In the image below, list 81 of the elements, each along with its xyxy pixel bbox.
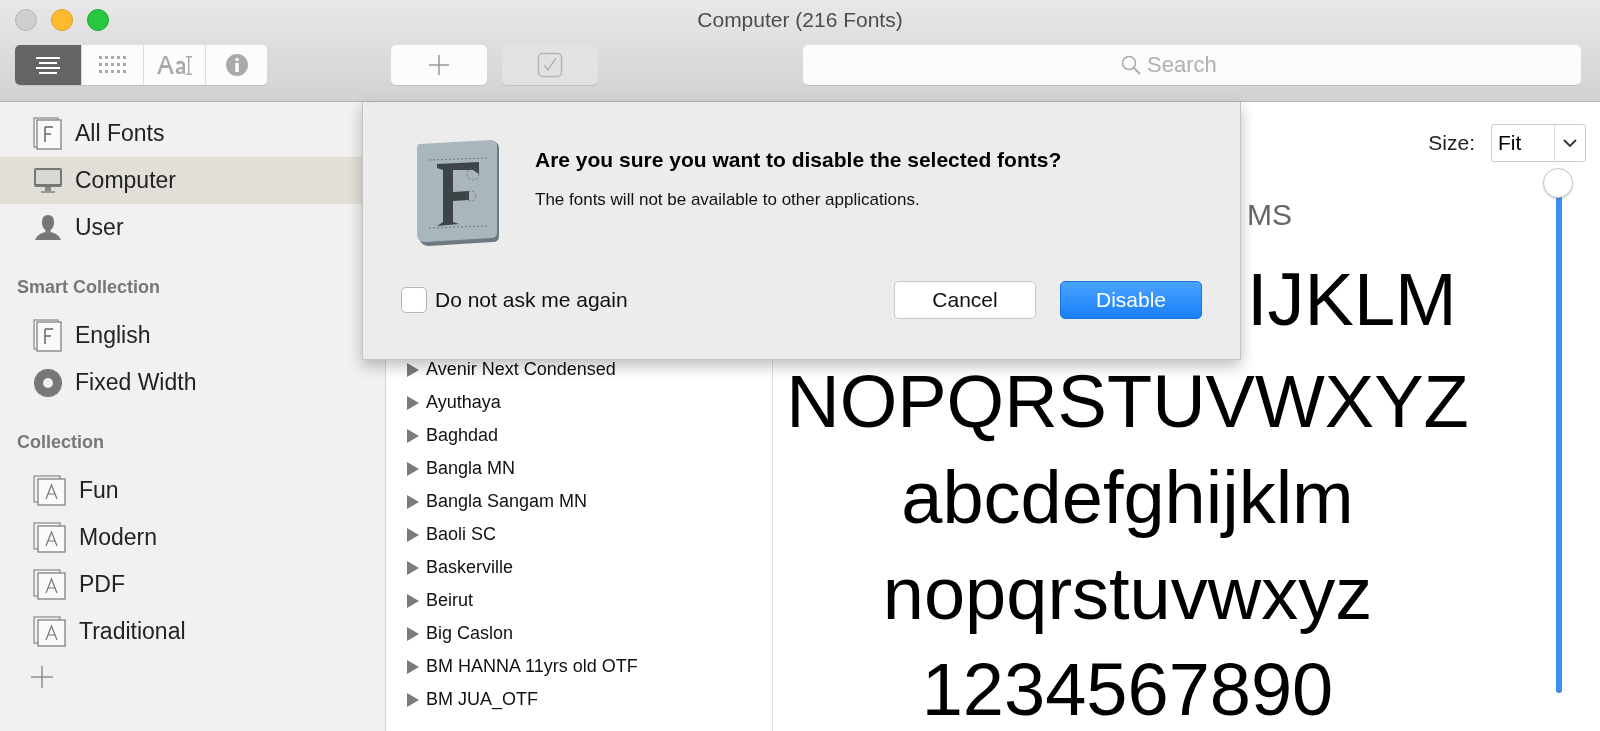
font-family-name: Baghdad — [426, 425, 499, 446]
size-slider-thumb[interactable] — [1543, 168, 1573, 198]
sample-text: abcdefghijklm — [901, 455, 1354, 541]
computer-icon — [33, 165, 63, 196]
dialog-title: Are you sure you want to disable the selected fonts? — [535, 148, 1062, 172]
font-family-row[interactable]: Baghdad — [386, 419, 772, 452]
dialog-message: The fonts will not be available to other applications. — [535, 190, 921, 210]
grid-icon — [98, 56, 127, 74]
font-family-row[interactable]: Big Caslon — [386, 617, 772, 650]
font-family-name: BM JUA_OTF — [426, 689, 538, 710]
sample-text: NOPQRSTUVWXYZ — [786, 359, 1469, 445]
checkbox[interactable] — [401, 287, 427, 313]
checkbox-icon — [537, 52, 563, 78]
sample-text: nopqrstuvwxyz — [882, 551, 1373, 637]
sample-text: 1234567890 — [921, 647, 1334, 731]
disclosure-triangle-icon[interactable] — [406, 361, 420, 378]
font-family-row[interactable]: BM HANNA 11yrs old OTF — [386, 650, 772, 683]
window-title: Computer (216 Fonts) — [697, 8, 903, 32]
disclosure-triangle-icon[interactable] — [406, 559, 420, 576]
font-family-name: Bangla MN — [426, 458, 516, 479]
sidebar-item[interactable]: All Fonts — [0, 110, 385, 157]
collection-icon — [33, 474, 67, 507]
checkbox-label: Do not ask me again — [435, 288, 628, 312]
sidebar-heading: Smart Collection — [16, 276, 162, 299]
size-combo-box[interactable]: Fit — [1491, 124, 1586, 162]
info-view-button[interactable] — [205, 45, 267, 85]
font-family-row[interactable]: Baskerville — [386, 551, 772, 584]
font-family-name: Baskerville — [426, 557, 514, 578]
list-view-button[interactable] — [15, 45, 81, 85]
disclosure-triangle-icon[interactable] — [406, 691, 420, 708]
disclosure-triangle-icon[interactable] — [406, 592, 420, 609]
disclosure-triangle-icon[interactable] — [406, 460, 420, 477]
font-family-name: Avenir Next Condensed — [426, 359, 616, 380]
sidebar-item[interactable]: Fixed Width — [0, 359, 385, 406]
user-icon — [33, 212, 63, 243]
disclosure-triangle-icon[interactable] — [406, 526, 420, 543]
sidebar-item[interactable]: Traditional — [0, 608, 385, 655]
collection-icon — [33, 568, 67, 601]
sidebar-item[interactable]: PDF — [0, 561, 385, 608]
sample-view-button[interactable] — [143, 45, 205, 85]
disclosure-triangle-icon[interactable] — [406, 625, 420, 642]
list-icon — [35, 56, 61, 74]
font-family-name: BM HANNA 11yrs old OTF — [426, 656, 638, 677]
font-family-row[interactable]: Bangla Sangam MN — [386, 485, 772, 518]
font-book-icon — [33, 116, 63, 151]
sample-text-icon — [155, 54, 194, 76]
size-label: Size: — [1428, 131, 1475, 155]
font-family-row[interactable]: Baoli SC — [386, 518, 772, 551]
font-book-icon — [33, 318, 63, 353]
sidebar-item[interactable]: Modern — [0, 514, 385, 561]
sidebar-item[interactable]: Fun — [0, 467, 385, 514]
font-name: MS — [1247, 198, 1293, 233]
plus-icon — [428, 54, 450, 76]
font-family-row[interactable]: Avenir Next Condensed — [386, 353, 772, 386]
sample-text: IJKLM — [1247, 257, 1458, 343]
font-family-row[interactable]: BM JUA_OTF — [386, 683, 772, 716]
font-family-row[interactable]: Bangla MN — [386, 452, 772, 485]
search-field[interactable]: Search — [803, 45, 1581, 85]
disclosure-triangle-icon[interactable] — [406, 493, 420, 510]
font-family-row[interactable]: Beirut — [386, 584, 772, 617]
font-family-name: Baoli SC — [426, 524, 497, 545]
font-family-name: Beirut — [426, 590, 474, 611]
chevron-down-icon — [1563, 138, 1577, 148]
collection-icon — [33, 615, 67, 648]
font-family-row[interactable]: Ayuthaya — [386, 386, 772, 419]
font-family-name: Ayuthaya — [426, 392, 501, 413]
cancel-button[interactable]: Cancel — [894, 281, 1036, 319]
disclosure-triangle-icon[interactable] — [406, 658, 420, 675]
sidebar-heading: Collection — [16, 431, 105, 454]
zoom-button[interactable] — [87, 9, 109, 31]
disclosure-triangle-icon[interactable] — [406, 394, 420, 411]
disclosure-triangle-icon[interactable] — [406, 427, 420, 444]
font-family-name: Bangla Sangam MN — [426, 491, 588, 512]
search-icon — [1121, 55, 1141, 75]
sidebar-item[interactable]: User — [0, 204, 385, 251]
info-icon — [224, 53, 249, 77]
gear-icon — [33, 367, 63, 398]
sidebar-item[interactable]: English — [0, 312, 385, 359]
add-collection-icon[interactable] — [30, 665, 54, 689]
font-family-name: Big Caslon — [426, 623, 514, 644]
collection-icon — [33, 521, 67, 554]
